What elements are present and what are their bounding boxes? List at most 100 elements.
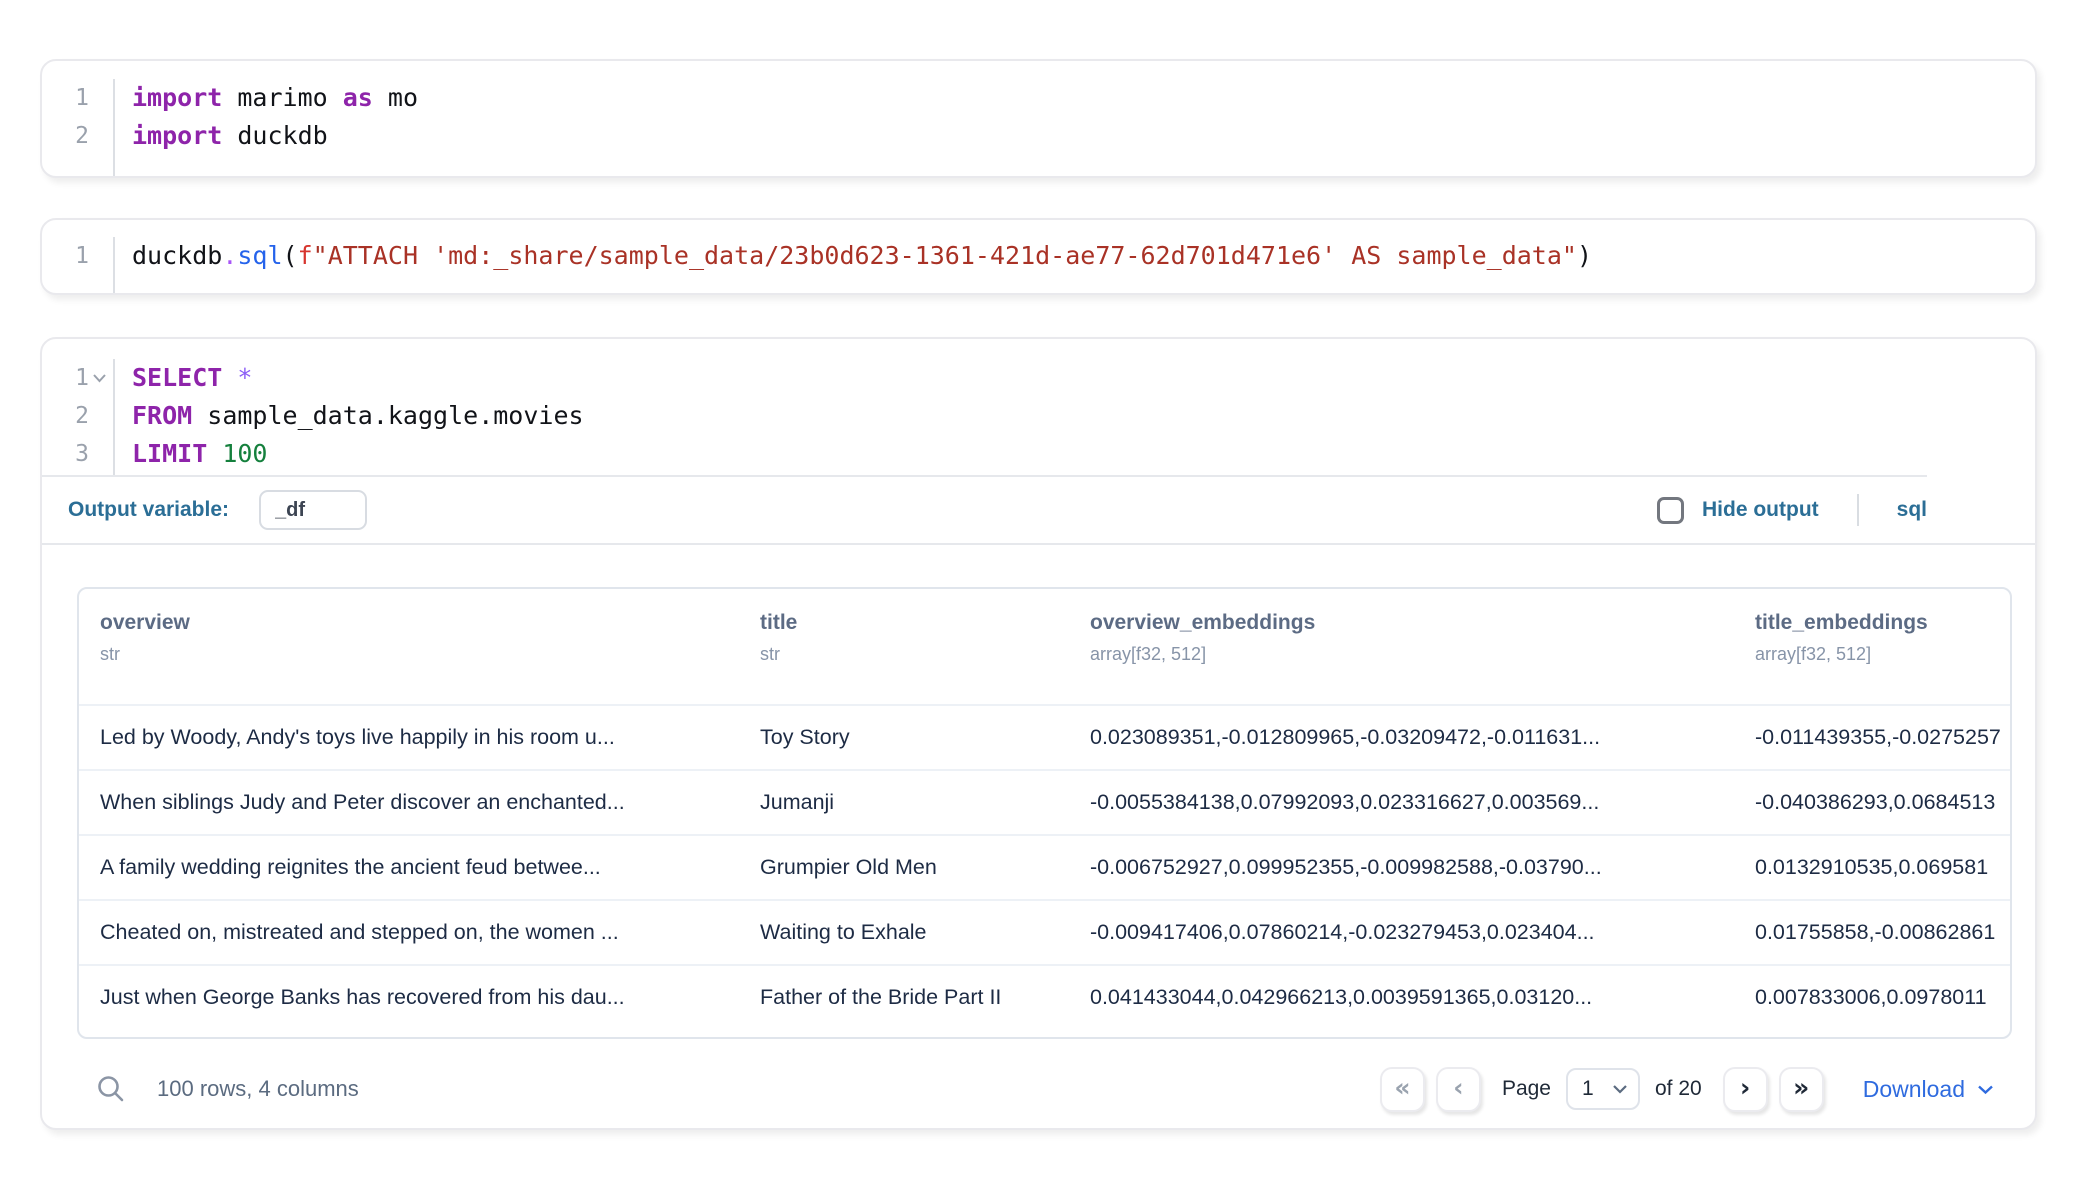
download-label: Download	[1863, 1076, 1965, 1103]
cell-overview-embeddings: 0.023089351,-0.012809965,-0.03209472,-0.…	[1069, 706, 1734, 769]
code-token	[207, 439, 222, 468]
output-variable-bar: Output variable: Hide output sql	[42, 477, 2035, 545]
table-row[interactable]: Cheated on, mistreated and stepped on, t…	[79, 899, 2010, 964]
fold-chevron-icon[interactable]	[89, 359, 109, 397]
code-token: (	[283, 241, 298, 270]
code-token: 100	[222, 439, 267, 468]
line-number: 1	[75, 237, 89, 275]
line-number: 2	[75, 117, 89, 155]
last-page-button[interactable]: »	[1779, 1067, 1824, 1112]
column-name: title_embeddings	[1755, 611, 2000, 635]
cell-overview-embeddings: -0.0055384138,0.07992093,0.023316627,0.0…	[1069, 771, 1734, 834]
code-token: mo	[373, 83, 418, 112]
hide-output-checkbox[interactable]	[1657, 497, 1684, 524]
page-number-value: 1	[1582, 1077, 1594, 1101]
line-number: 2	[75, 397, 89, 435]
previous-page-button[interactable]: ‹	[1436, 1067, 1481, 1112]
cell-overview-embeddings: 0.041433044,0.042966213,0.0039591365,0.0…	[1069, 966, 1734, 1029]
pagination: « ‹ Page 1 of 20 › » Download	[1380, 1067, 1994, 1112]
search-icon[interactable]	[95, 1073, 127, 1105]
column-type: array[f32, 512]	[1755, 644, 2000, 665]
line-number: 3	[75, 435, 89, 473]
code-token: duckdb	[132, 241, 222, 270]
cell-overview-embeddings: -0.006752927,0.099952355,-0.009982588,-0…	[1069, 836, 1734, 899]
sql-cell: 1 2 3 SELECT * FROM sample_data.kaggle.m…	[40, 337, 2037, 1130]
cell-title-embeddings: -0.011439355,-0.0275257	[1734, 706, 2010, 769]
code-line[interactable]: LIMIT 100	[132, 435, 2035, 473]
code-cell-attach: 1 duckdb.sql(f"ATTACH 'md:_share/sample_…	[40, 218, 2037, 295]
cell-title-embeddings: 0.0132910535,0.069581	[1734, 836, 2010, 899]
cell-title: Grumpier Old Men	[739, 836, 1069, 899]
code-editor[interactable]: 1 2 3 SELECT * FROM sample_data.kaggle.m…	[42, 339, 2035, 475]
cell-title: Waiting to Exhale	[739, 901, 1069, 964]
cell-overview: A family wedding reignites the ancient f…	[79, 836, 739, 899]
table-row[interactable]: A family wedding reignites the ancient f…	[79, 834, 2010, 899]
code-token: sql	[237, 241, 282, 270]
code-token: f	[298, 241, 313, 270]
cell-overview: Cheated on, mistreated and stepped on, t…	[79, 901, 739, 964]
line-number-gutter: 1 2 3	[42, 359, 115, 475]
bar-divider	[1857, 494, 1859, 526]
download-button[interactable]: Download	[1863, 1076, 1994, 1103]
code-token: duckdb	[222, 121, 327, 150]
code-line[interactable]: import marimo as mo	[132, 79, 2035, 117]
code-token: "ATTACH 'md:_share/sample_data/23b0d623-…	[313, 241, 1577, 270]
column-header-overview-embeddings[interactable]: overview_embeddings array[f32, 512]	[1069, 589, 1734, 704]
cell-title-embeddings: 0.01755858,-0.00862861	[1734, 901, 2010, 964]
code-token: LIMIT	[132, 439, 207, 468]
code-token: import	[132, 83, 222, 112]
cell-overview: Led by Woody, Andy's toys live happily i…	[79, 706, 739, 769]
result-table: overview str title str overview_embeddin…	[77, 587, 2012, 1039]
code-editor[interactable]: 1 duckdb.sql(f"ATTACH 'md:_share/sample_…	[42, 220, 2035, 293]
code-token	[222, 363, 237, 392]
line-number: 1	[75, 79, 89, 117]
cell-title-embeddings: -0.040386293,0.0684513	[1734, 771, 2010, 834]
cell-title: Toy Story	[739, 706, 1069, 769]
line-number-gutter: 1 2	[42, 79, 115, 176]
code-line[interactable]: duckdb.sql(f"ATTACH 'md:_share/sample_da…	[132, 237, 2035, 275]
table-row[interactable]: When siblings Judy and Peter discover an…	[79, 769, 2010, 834]
line-number-gutter: 1	[42, 237, 115, 293]
output-variable-input[interactable]	[259, 490, 367, 530]
code-line[interactable]: import duckdb	[132, 117, 2035, 155]
column-type: str	[760, 644, 1059, 665]
table-footer: 100 rows, 4 columns « ‹ Page 1 of 20 › »…	[77, 1039, 2008, 1130]
column-type: str	[100, 644, 729, 665]
language-badge[interactable]: sql	[1897, 498, 1927, 522]
code-token: as	[343, 83, 373, 112]
code-line[interactable]: SELECT *	[132, 359, 2035, 397]
page-label: Page	[1502, 1077, 1551, 1101]
code-token: import	[132, 121, 222, 150]
column-type: array[f32, 512]	[1090, 644, 1724, 665]
cell-title: Jumanji	[739, 771, 1069, 834]
next-page-button[interactable]: ›	[1723, 1067, 1768, 1112]
column-name: overview	[100, 611, 729, 635]
code-token: .	[222, 241, 237, 270]
code-token: sample_data.kaggle.movies	[192, 401, 583, 430]
cell-title: Father of the Bride Part II	[739, 966, 1069, 1029]
column-header-overview[interactable]: overview str	[79, 589, 739, 704]
cell-overview: When siblings Judy and Peter discover an…	[79, 771, 739, 834]
table-row[interactable]: Led by Woody, Andy's toys live happily i…	[79, 704, 2010, 769]
page-total-label: of 20	[1655, 1077, 1702, 1101]
table-row[interactable]: Just when George Banks has recovered fro…	[79, 964, 2010, 1029]
output-variable-label: Output variable:	[68, 498, 229, 522]
cell-title-embeddings: 0.007833006,0.0978011	[1734, 966, 2010, 1029]
chevron-down-icon	[1977, 1084, 1994, 1095]
column-name: overview_embeddings	[1090, 611, 1724, 635]
code-editor[interactable]: 1 2 import marimo as mo import duckdb	[42, 61, 2035, 176]
code-cell-imports: 1 2 import marimo as mo import duckdb	[40, 59, 2037, 178]
chevron-down-icon	[1612, 1084, 1628, 1094]
cell-overview-embeddings: -0.009417406,0.07860214,-0.023279453,0.0…	[1069, 901, 1734, 964]
code-line[interactable]: FROM sample_data.kaggle.movies	[132, 397, 2035, 435]
column-name: title	[760, 611, 1059, 635]
page-number-select[interactable]: 1	[1566, 1068, 1640, 1110]
column-header-title-embeddings[interactable]: title_embeddings array[f32, 512]	[1734, 589, 2010, 704]
code-token: marimo	[222, 83, 342, 112]
column-header-title[interactable]: title str	[739, 589, 1069, 704]
cell-overview: Just when George Banks has recovered fro…	[79, 966, 739, 1029]
row-count-summary: 100 rows, 4 columns	[157, 1076, 359, 1102]
code-token: FROM	[132, 401, 192, 430]
first-page-button[interactable]: «	[1380, 1067, 1425, 1112]
code-token: *	[237, 363, 252, 392]
